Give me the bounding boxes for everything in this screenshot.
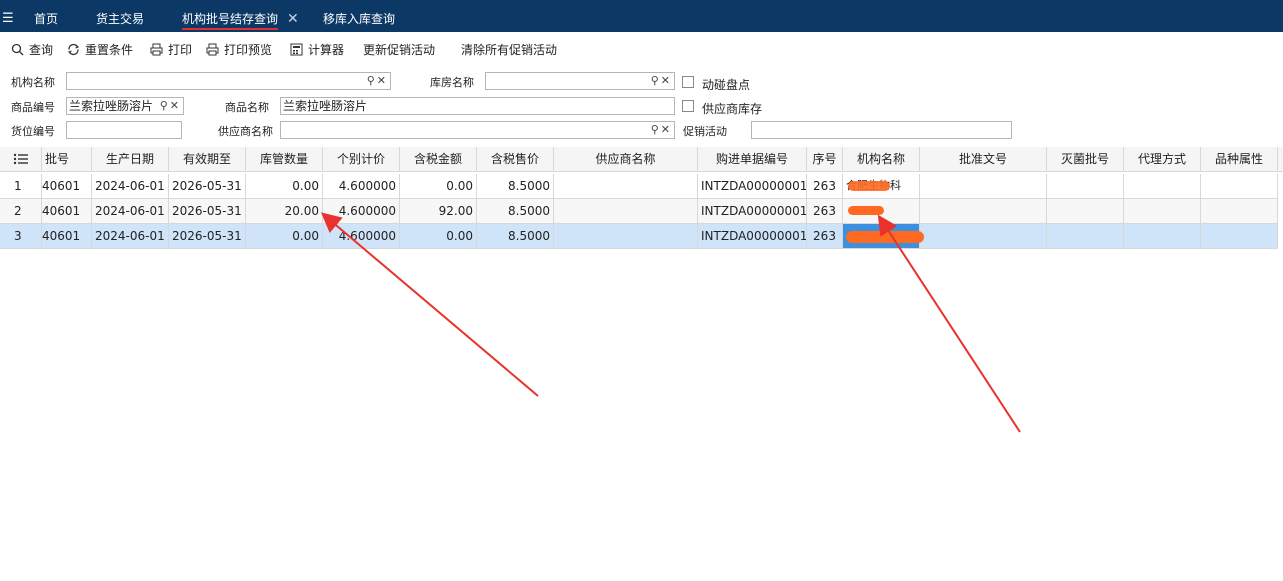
arrow-to-org-name [877, 214, 1021, 433]
annotation-arrows [320, 212, 1021, 433]
arrow-to-qty [320, 212, 539, 397]
